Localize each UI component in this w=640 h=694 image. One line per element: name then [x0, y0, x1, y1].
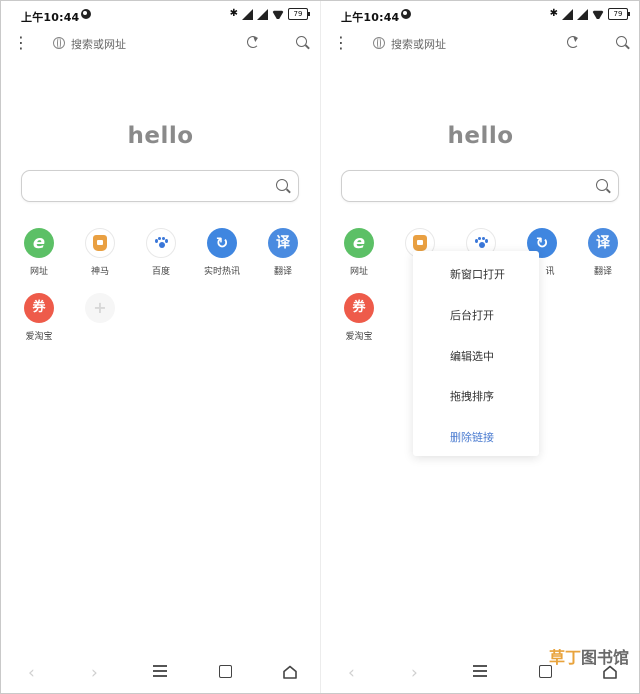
status-time: 上午10:44: [341, 11, 400, 24]
translate-icon: 译: [588, 228, 618, 258]
coupon-icon: 券: [24, 293, 54, 323]
menu-item-open-background[interactable]: 后台打开: [450, 307, 494, 323]
refresh-icon[interactable]: [567, 36, 579, 48]
signal-icon: [562, 8, 573, 20]
home-icon[interactable]: [283, 665, 297, 679]
hot-news-icon: ↻: [207, 228, 237, 258]
tabs-icon[interactable]: [219, 665, 232, 678]
status-time: 上午10:44: [21, 11, 80, 24]
coupon-icon: 券: [344, 293, 374, 323]
add-icon: +: [85, 293, 115, 323]
shortcut-label: 实时热讯: [203, 267, 240, 277]
menu-icon[interactable]: [473, 665, 487, 677]
context-menu: 新窗口打开 后台打开 编辑选中 拖拽排序 删除链接: [413, 251, 539, 456]
menu-item-open-new-window[interactable]: 新窗口打开: [450, 266, 505, 282]
signal-icon: [577, 8, 588, 20]
address-bar[interactable]: ⋮ 搜索或网址: [1, 31, 320, 57]
home-search-box[interactable]: [21, 170, 299, 202]
menu-item-edit-selected[interactable]: 编辑选中: [450, 348, 494, 364]
search-icon[interactable]: [596, 179, 608, 191]
translate-icon: 译: [268, 228, 298, 258]
status-icons: ✱ 79: [549, 8, 630, 20]
shortcut-label: 网址: [349, 267, 368, 277]
wangzhi-e-icon: e: [24, 228, 54, 258]
refresh-icon[interactable]: [247, 36, 259, 48]
globe-icon: [53, 37, 65, 49]
forward-icon[interactable]: ›: [91, 665, 98, 682]
browser-panel-left: 上午10:44 ✱ 79 ⋮ 搜索或网址 hello e 网址 神马 百度 ↻ …: [1, 1, 320, 693]
status-bar: 上午10:44 ✱ 79: [321, 1, 639, 29]
shortcut-baidu[interactable]: 百度: [131, 228, 191, 277]
screenshot-frame: 上午10:44 ✱ 79 ⋮ 搜索或网址 hello e 网址 神马 百度 ↻ …: [0, 0, 640, 694]
signal-icon: [257, 8, 268, 20]
globe-icon: [373, 37, 385, 49]
shortcut-hot-news[interactable]: ↻ 实时热讯: [192, 228, 252, 277]
menu-item-delete-link[interactable]: 删除链接: [450, 429, 494, 445]
menu-dots-icon[interactable]: ⋮: [333, 35, 349, 53]
signal-icon: [242, 8, 253, 20]
shortcut-label: 百度: [151, 267, 170, 277]
shortcut-translate[interactable]: 译 翻译: [573, 228, 633, 277]
status-bar: 上午10:44 ✱ 79: [1, 1, 320, 29]
shortcut-label: 网址: [29, 267, 48, 277]
shortcut-shenma[interactable]: 神马: [70, 228, 130, 277]
shortcut-label: 翻译: [273, 267, 292, 277]
wifi-icon: [272, 9, 284, 19]
shortcut-label: 爱淘宝: [345, 332, 373, 342]
watermark: 草丁图书馆: [548, 648, 629, 667]
wangzhi-e-icon: e: [344, 228, 374, 258]
forward-icon[interactable]: ›: [411, 665, 418, 682]
shortcut-label: 翻译: [593, 267, 612, 277]
do-not-disturb-icon: [401, 9, 411, 19]
shortcut-translate[interactable]: 译 翻译: [253, 228, 313, 277]
menu-dots-icon[interactable]: ⋮: [13, 35, 29, 53]
bluetooth-icon: ✱: [229, 8, 238, 19]
menu-icon[interactable]: [153, 665, 167, 677]
menu-item-drag-sort[interactable]: 拖拽排序: [450, 388, 494, 404]
address-bar[interactable]: ⋮ 搜索或网址: [321, 31, 639, 57]
search-icon[interactable]: [296, 36, 307, 47]
battery-icon: 79: [288, 8, 310, 20]
address-input[interactable]: 搜索或网址: [391, 36, 446, 52]
back-icon[interactable]: ‹: [348, 665, 355, 682]
wifi-icon: [592, 9, 604, 19]
back-icon[interactable]: ‹: [28, 665, 35, 682]
baidu-paw-icon: [146, 228, 176, 258]
do-not-disturb-icon: [81, 9, 91, 19]
search-icon[interactable]: [616, 36, 627, 47]
shortcut-add[interactable]: +: [70, 293, 130, 323]
shortcut-wangzhi[interactable]: e 网址: [329, 228, 389, 277]
shortcut-wangzhi[interactable]: e 网址: [9, 228, 69, 277]
bluetooth-icon: ✱: [549, 8, 558, 19]
address-input[interactable]: 搜索或网址: [71, 36, 126, 52]
shenma-icon: [85, 228, 115, 258]
shortcut-label: 爱淘宝: [25, 332, 53, 342]
shortcut-aitaobao[interactable]: 券 爱淘宝: [9, 293, 69, 342]
search-icon[interactable]: [276, 179, 288, 191]
shortcut-aitaobao[interactable]: 券 爱淘宝: [329, 293, 389, 342]
status-icons: ✱ 79: [229, 8, 310, 20]
battery-icon: 79: [608, 8, 630, 20]
shortcut-label: 神马: [90, 267, 109, 277]
bottom-nav-bar: ‹ ›: [1, 653, 320, 693]
home-search-box[interactable]: [341, 170, 619, 202]
home-logo-text: hello: [447, 123, 514, 149]
home-logo-text: hello: [127, 123, 194, 149]
